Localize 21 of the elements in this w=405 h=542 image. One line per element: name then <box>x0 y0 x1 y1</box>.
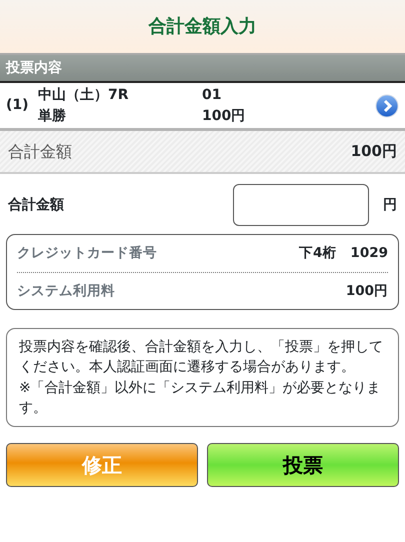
unit-label: 円 <box>383 196 397 214</box>
info-value: 1029 <box>350 244 388 264</box>
note-text: ※「合計金額」以外に「システム利用料」が必要となります。 <box>19 378 382 418</box>
info-label: システム利用料 <box>17 282 115 301</box>
info-label: クレジットカード番号 <box>17 244 157 264</box>
note-text: 投票内容を確認後、合計金額を入力し、「投票」を押してください。本人認証画面に遷移する場合があります。 <box>19 338 384 378</box>
info-prefix: 下4桁 <box>299 244 336 264</box>
total-label: 合計金額 <box>8 140 72 162</box>
amount-input[interactable] <box>233 184 369 226</box>
page-title: 合計金額入力 <box>148 15 256 39</box>
section-title: 投票内容 <box>6 60 62 76</box>
amount-label: 合計金額 <box>8 196 65 214</box>
vote-button[interactable]: 投票 <box>207 443 399 488</box>
bet-selection: 01 <box>202 86 222 104</box>
chevron-right-icon[interactable] <box>375 94 399 118</box>
bet-amount: 100円 <box>202 106 246 126</box>
bet-type: 単勝 <box>38 106 67 126</box>
bet-number: (1) <box>6 96 30 115</box>
total-value: 100円 <box>350 141 397 162</box>
race-name: 中山（土）7R <box>38 86 130 104</box>
info-value: 100円 <box>346 282 388 301</box>
